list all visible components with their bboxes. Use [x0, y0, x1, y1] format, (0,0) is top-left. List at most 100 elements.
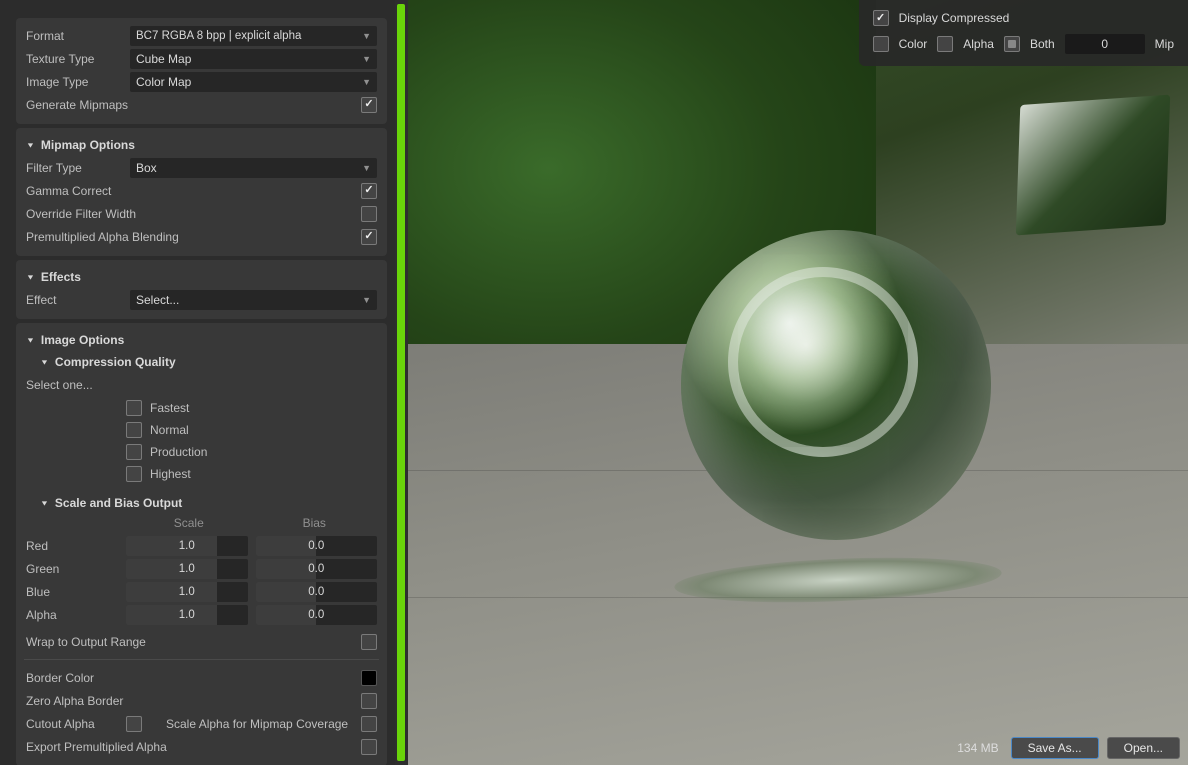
border-color-swatch[interactable]	[361, 670, 377, 686]
preview-display-overlay: Display Compressed Color Alpha Both 0 Mi…	[859, 0, 1188, 66]
effects-panel: ▼ Effects Effect Select... ▼	[16, 260, 387, 319]
quality-fastest-checkbox[interactable]	[126, 400, 142, 416]
wrap-output-range-checkbox[interactable]	[361, 634, 377, 650]
image-type-value: Color Map	[136, 75, 191, 89]
generate-mipmaps-checkbox[interactable]	[361, 97, 377, 113]
quality-highest-label: Highest	[150, 467, 191, 481]
effects-title: Effects	[41, 270, 81, 284]
format-label: Format	[26, 29, 122, 43]
display-compressed-label: Display Compressed	[899, 11, 1010, 25]
export-premult-alpha-label: Export Premultiplied Alpha	[26, 740, 353, 754]
generate-mipmaps-label: Generate Mipmaps	[26, 98, 186, 112]
scale-alpha-mip-coverage-label: Scale Alpha for Mipmap Coverage	[166, 717, 348, 731]
chevron-down-icon: ▼	[362, 163, 371, 173]
wrap-output-range-label: Wrap to Output Range	[26, 635, 353, 649]
effects-header[interactable]: ▼ Effects	[26, 266, 377, 288]
quality-fastest-label: Fastest	[150, 401, 189, 415]
display-compressed-checkbox[interactable]	[873, 10, 889, 26]
green-bias-field[interactable]: 0.0	[256, 559, 378, 579]
filter-type-value: Box	[136, 161, 157, 175]
export-premult-alpha-checkbox[interactable]	[361, 739, 377, 755]
display-both-label: Both	[1030, 37, 1055, 51]
display-alpha-checkbox[interactable]	[937, 36, 953, 52]
triangle-down-icon: ▼	[40, 358, 49, 366]
image-options-header[interactable]: ▼ Image Options	[26, 329, 377, 351]
compression-quality-options: Fastest Normal Production Highest	[126, 400, 377, 482]
filter-type-dropdown[interactable]: Box ▼	[130, 158, 377, 178]
gamma-correct-label: Gamma Correct	[26, 184, 353, 198]
texture-preview-viewport[interactable]: Display Compressed Color Alpha Both 0 Mi…	[408, 0, 1188, 765]
mipmap-options-title: Mipmap Options	[41, 138, 135, 152]
zero-alpha-border-label: Zero Alpha Border	[26, 694, 353, 708]
channel-row-blue: Blue1.00.0	[26, 580, 377, 603]
quality-production-checkbox[interactable]	[126, 444, 142, 460]
mipmap-options-header[interactable]: ▼ Mipmap Options	[26, 134, 377, 156]
effect-value: Select...	[136, 293, 179, 307]
effect-label: Effect	[26, 293, 122, 307]
preview-footer: 134 MB Save As... Open...	[957, 737, 1180, 759]
chevron-down-icon: ▼	[362, 295, 371, 305]
quality-option-production[interactable]: Production	[126, 444, 377, 460]
texture-settings-panel: Format BC7 RGBA 8 bpp | explicit alpha ▼…	[16, 18, 387, 124]
quality-highest-checkbox[interactable]	[126, 466, 142, 482]
preview-cube	[1016, 95, 1170, 236]
save-as-button[interactable]: Save As...	[1011, 737, 1099, 759]
override-filter-width-checkbox[interactable]	[361, 206, 377, 222]
select-one-label: Select one...	[26, 378, 122, 392]
channel-row-red: Red 1.0 0.0	[26, 534, 377, 557]
format-value: BC7 RGBA 8 bpp | explicit alpha	[136, 30, 301, 42]
quality-normal-checkbox[interactable]	[126, 422, 142, 438]
triangle-down-icon: ▼	[26, 273, 35, 281]
chevron-down-icon: ▼	[362, 77, 371, 87]
format-dropdown[interactable]: BC7 RGBA 8 bpp | explicit alpha ▼	[130, 26, 377, 46]
bias-column-header: Bias	[252, 516, 378, 530]
quality-option-highest[interactable]: Highest	[126, 466, 377, 482]
quality-option-normal[interactable]: Normal	[126, 422, 377, 438]
scale-alpha-mip-coverage-checkbox[interactable]	[361, 716, 377, 732]
red-scale-field[interactable]: 1.0	[126, 536, 248, 556]
alpha-bias-field[interactable]: 0.0	[256, 605, 378, 625]
scale-column-header: Scale	[126, 516, 252, 530]
channel-row-green: Green 1.0 0.0	[26, 557, 377, 580]
override-filter-width-label: Override Filter Width	[26, 207, 353, 221]
panel-resize-handle[interactable]	[397, 4, 405, 761]
cutout-alpha-checkbox[interactable]	[126, 716, 142, 732]
chevron-down-icon: ▼	[362, 31, 371, 41]
zero-alpha-border-checkbox[interactable]	[361, 693, 377, 709]
mip-level-field[interactable]: 0	[1065, 34, 1145, 54]
border-color-label: Border Color	[26, 671, 353, 685]
quality-production-label: Production	[150, 445, 207, 459]
texture-type-label: Texture Type	[26, 52, 122, 66]
gamma-correct-checkbox[interactable]	[361, 183, 377, 199]
channel-row-alpha: Alpha1.00.0	[26, 603, 377, 626]
triangle-down-icon: ▼	[26, 141, 35, 149]
filter-type-label: Filter Type	[26, 161, 122, 175]
alpha-scale-field[interactable]: 1.0	[126, 605, 248, 625]
quality-option-fastest[interactable]: Fastest	[126, 400, 377, 416]
image-type-dropdown[interactable]: Color Map ▼	[130, 72, 377, 92]
display-color-label: Color	[899, 37, 928, 51]
file-size-label: 134 MB	[957, 741, 998, 755]
triangle-down-icon: ▼	[26, 336, 35, 344]
open-button[interactable]: Open...	[1107, 737, 1180, 759]
scale-bias-header[interactable]: ▼ Scale and Bias Output	[26, 492, 377, 514]
image-options-panel: ▼ Image Options ▼ Compression Quality Se…	[16, 323, 387, 765]
preview-sphere	[681, 230, 991, 540]
scale-bias-title: Scale and Bias Output	[55, 496, 182, 510]
mip-label: Mip	[1155, 37, 1174, 51]
green-scale-field[interactable]: 1.0	[126, 559, 248, 579]
compression-quality-header[interactable]: ▼ Compression Quality	[26, 351, 377, 373]
blue-bias-field[interactable]: 0.0	[256, 582, 378, 602]
cutout-alpha-label: Cutout Alpha	[26, 717, 118, 731]
channel-label: Red	[26, 539, 118, 553]
effect-dropdown[interactable]: Select... ▼	[130, 290, 377, 310]
blue-scale-field[interactable]: 1.0	[126, 582, 248, 602]
texture-type-dropdown[interactable]: Cube Map ▼	[130, 49, 377, 69]
premultiplied-alpha-checkbox[interactable]	[361, 229, 377, 245]
red-bias-field[interactable]: 0.0	[256, 536, 378, 556]
display-color-checkbox[interactable]	[873, 36, 889, 52]
channel-label: Green	[26, 562, 118, 576]
properties-panel[interactable]: Format BC7 RGBA 8 bpp | explicit alpha ▼…	[0, 0, 395, 765]
mipmap-options-panel: ▼ Mipmap Options Filter Type Box ▼ Gamma…	[16, 128, 387, 256]
display-both-checkbox[interactable]	[1004, 36, 1020, 52]
